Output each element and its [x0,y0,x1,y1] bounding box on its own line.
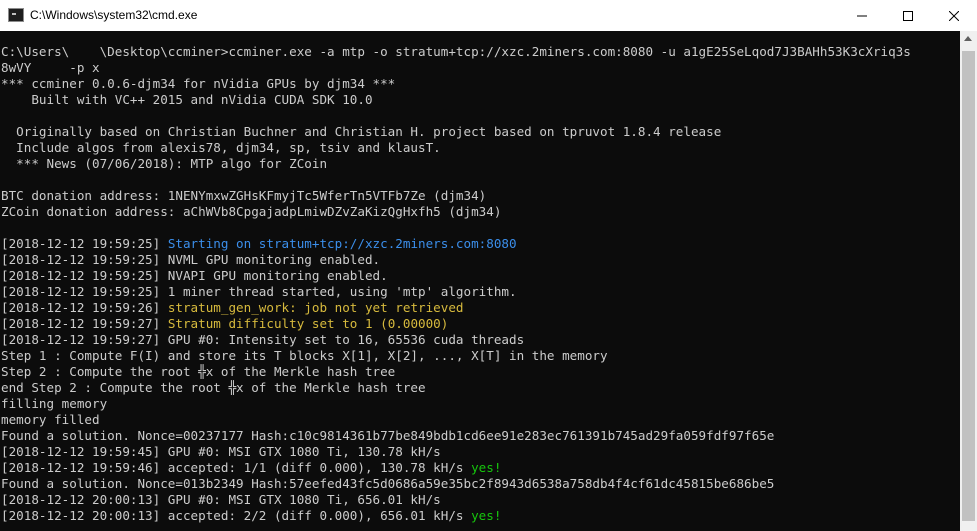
console-line: [2018-12-12 19:59:45] GPU #0: MSI GTX 10… [1,444,960,460]
console-line: Step 2 : Compute the root ╬x of the Merk… [1,364,960,380]
console-line-text: [2018-12-12 19:59:46] accepted: 1/1 (dif… [1,460,472,475]
console-line: filling memory [1,396,960,412]
console-line: [2018-12-12 19:59:25] NVML GPU monitorin… [1,252,960,268]
console-line-text: [2018-12-12 19:59:25] 1 miner thread sta… [1,284,517,299]
console-line-text: [2018-12-12 19:59:45] GPU #0: MSI GTX 10… [1,444,441,459]
console-output[interactable]: C:\Users\ \Desktop\ccminer>ccminer.exe -… [0,31,960,531]
console-line: [2018-12-12 19:59:25] Starting on stratu… [1,236,960,252]
console-line: Built with VC++ 2015 and nVidia CUDA SDK… [1,92,960,108]
console-line-text: stratum_gen_work: job not yet retrieved [167,300,464,315]
console-line-text: end Step 2 : Compute the root ╬x of the … [1,380,426,395]
console-line-text: [2018-12-12 19:59:27] GPU #0: Intensity … [1,332,525,347]
console-line-text: Stratum difficulty set to 1 (0.00000) [167,316,449,331]
console-line-text: *** ccminer 0.0.6-djm34 for nVidia GPUs … [1,76,396,91]
console-line-text: *** News (07/06/2018): MTP algo for ZCoi… [1,156,328,171]
console-icon[interactable] [8,8,24,22]
console-line: [2018-12-12 19:59:25] 1 miner thread sta… [1,284,960,300]
console-line-prefix: [2018-12-12 19:59:26] [1,300,168,315]
maximize-button[interactable] [885,0,931,31]
console-line-text: Step 2 : Compute the root ╬x of the Merk… [1,364,396,379]
console-line-status: yes! [471,508,502,523]
console-line-text: C:\Users\ \Desktop\ccminer>ccminer.exe -… [1,44,911,59]
console-line-text: Found a solution. Nonce=00237177 Hash:c1… [1,428,775,443]
title-bar[interactable]: C:\Windows\system32\cmd.exe [0,0,977,31]
console-line: [2018-12-12 19:59:27] Stratum difficulty… [1,316,960,332]
console-line-text: Built with VC++ 2015 and nVidia CUDA SDK… [1,92,373,107]
console-line: Step 1 : Compute F(I) and store its T bl… [1,348,960,364]
console-line-text: Include algos from alexis78, djm34, sp, … [1,140,441,155]
console-line: *** ccminer 0.0.6-djm34 for nVidia GPUs … [1,76,960,92]
console-line: [2018-12-12 19:59:46] accepted: 1/1 (dif… [1,460,960,476]
console-line: end Step 2 : Compute the root ╬x of the … [1,380,960,396]
console-line: [2018-12-12 20:00:13] accepted: 2/2 (dif… [1,508,960,524]
console-line-text: [2018-12-12 20:00:13] accepted: 2/2 (dif… [1,508,472,523]
console-line: memory filled [1,412,960,428]
console-line: [2018-12-12 20:00:13] GPU #0: MSI GTX 10… [1,492,960,508]
scroll-up-arrow-icon[interactable] [964,36,972,41]
console-line-text: [2018-12-12 20:00:13] GPU #0: MSI GTX 10… [1,492,441,507]
console-line: ZCoin donation address: aChWVb8CpgajadpL… [1,204,960,220]
minimize-button[interactable] [839,0,885,31]
console-line: Found a solution. Nonce=013b2349 Hash:57… [1,476,960,492]
console-line: [2018-12-12 19:59:26] stratum_gen_work: … [1,300,960,316]
console-line-status: yes! [471,460,502,475]
console-line: *** News (07/06/2018): MTP algo for ZCoi… [1,156,960,172]
console-line: Found a solution. Nonce=00237177 Hash:c1… [1,428,960,444]
vertical-scrollbar[interactable] [960,31,977,531]
console-line-prefix: [2018-12-12 19:59:25] [1,236,168,251]
console-line-text: 8wVY -p x [1,60,100,75]
console-line-text: memory filled [1,412,100,427]
console-line-text: ZCoin donation address: aChWVb8CpgajadpL… [1,204,502,219]
console-line: [2018-12-12 19:59:25] NVAPI GPU monitori… [1,268,960,284]
window-title: C:\Windows\system32\cmd.exe [30,8,198,22]
scrollbar-thumb[interactable] [962,51,975,521]
console-line-text: Step 1 : Compute F(I) and store its T bl… [1,348,608,363]
console-line-text: BTC donation address: 1NENYmxwZGHsKFmyjT… [1,188,487,203]
console-line-prefix: [2018-12-12 19:59:27] [1,316,168,331]
console-text: C:\Users\ \Desktop\ccminer>ccminer.exe -… [0,31,960,524]
console-line: BTC donation address: 1NENYmxwZGHsKFmyjT… [1,188,960,204]
console-line-text: Found a solution. Nonce=013b2349 Hash:57… [1,476,775,491]
console-line: Originally based on Christian Buchner an… [1,124,960,140]
maximize-icon [903,10,913,21]
console-line: Include algos from alexis78, djm34, sp, … [1,140,960,156]
console-line-text: filling memory [1,396,108,411]
console-line: C:\Users\ \Desktop\ccminer>ccminer.exe -… [1,44,960,60]
minimize-icon [857,15,867,16]
console-line-text: [2018-12-12 19:59:25] NVML GPU monitorin… [1,252,381,267]
console-line: [2018-12-12 19:59:27] GPU #0: Intensity … [1,332,960,348]
console-line-text: Starting on stratum+tcp://xzc.2miners.co… [167,236,517,251]
close-icon [949,10,959,21]
close-button[interactable] [931,0,977,31]
console-line-text: [2018-12-12 19:59:25] NVAPI GPU monitori… [1,268,388,283]
console-line-text: Originally based on Christian Buchner an… [1,124,722,139]
console-line: 8wVY -p x [1,60,960,76]
